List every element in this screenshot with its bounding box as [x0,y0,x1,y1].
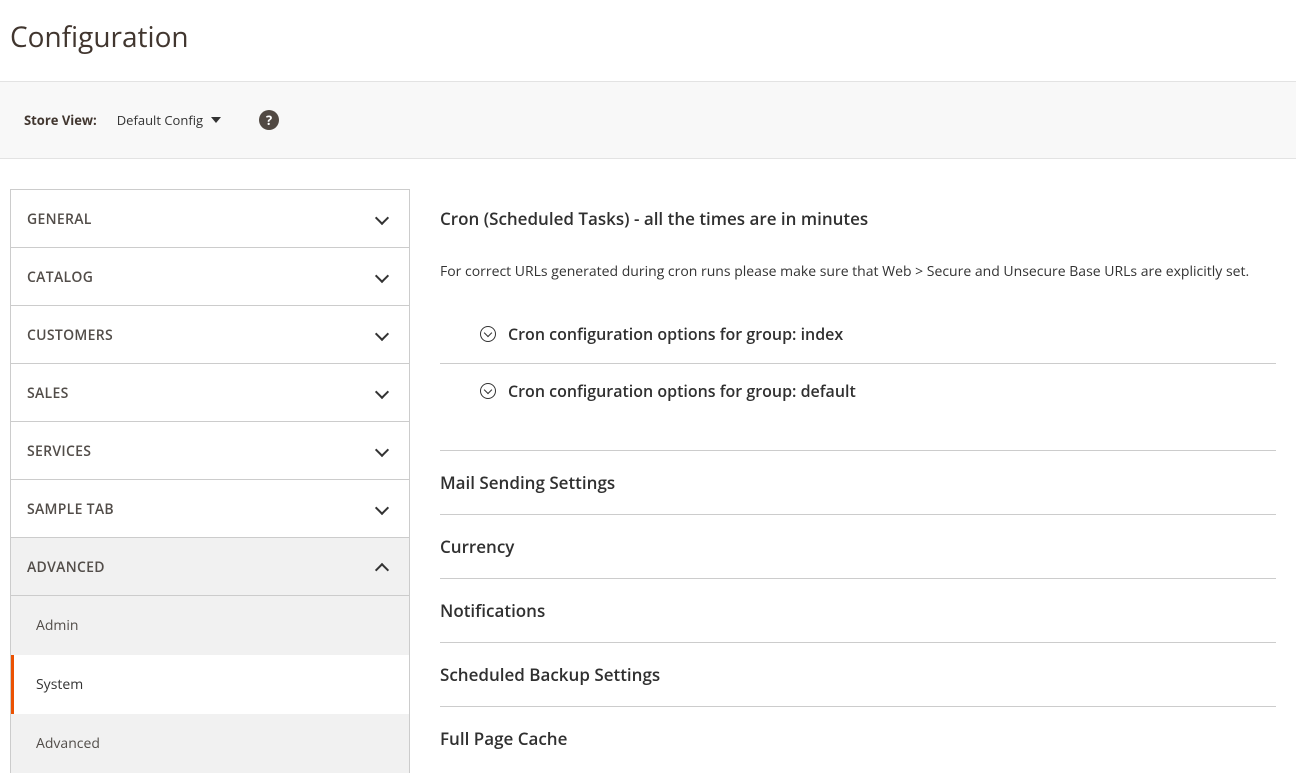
subtab-system[interactable]: System [11,655,409,714]
page-title: Configuration [0,0,1296,81]
chevron-down-icon [375,384,389,398]
cron-group-label: Cron configuration options for group: in… [508,323,843,345]
expand-circle-icon [480,383,496,399]
cron-group-label: Cron configuration options for group: de… [508,380,856,402]
section-full-page-cache[interactable]: Full Page Cache [440,706,1276,770]
tab-label: SERVICES [27,442,91,461]
config-main: Cron (Scheduled Tasks) - all the times a… [440,189,1286,773]
subtab-advanced[interactable]: Advanced [11,714,409,773]
config-sidebar: GENERAL CATALOG CUSTOMERS SALES SERVICES… [10,189,410,773]
section-scheduled-backup[interactable]: Scheduled Backup Settings [440,642,1276,706]
advanced-subtabs: Admin System Advanced [10,596,410,773]
expand-circle-icon [480,326,496,342]
store-view-selector[interactable]: Default Config [117,111,203,129]
help-icon[interactable]: ? [259,110,279,130]
tab-customers[interactable]: CUSTOMERS [10,305,410,364]
chevron-down-icon [375,500,389,514]
chevron-down-icon [375,326,389,340]
tab-advanced[interactable]: ADVANCED [10,537,410,596]
tab-label: SALES [27,384,69,403]
tab-label: GENERAL [27,210,92,229]
store-view-label: Store View: [24,111,97,129]
chevron-down-icon [375,268,389,282]
dropdown-caret-icon[interactable] [211,117,221,123]
cron-group-index[interactable]: Cron configuration options for group: in… [440,307,1276,364]
cron-group-default[interactable]: Cron configuration options for group: de… [440,364,1276,420]
tab-label: CUSTOMERS [27,326,113,345]
store-switcher-bar: Store View: Default Config ? [0,81,1296,159]
tab-label: CATALOG [27,268,93,287]
chevron-up-icon [375,562,389,576]
section-cron-note: For correct URLs generated during cron r… [440,262,1276,281]
subtab-admin[interactable]: Admin [11,596,409,655]
section-cron-head[interactable]: Cron (Scheduled Tasks) - all the times a… [440,189,1276,240]
tab-label: SAMPLE TAB [27,500,114,519]
section-mail-settings[interactable]: Mail Sending Settings [440,450,1276,514]
tab-general[interactable]: GENERAL [10,189,410,248]
chevron-down-icon [375,442,389,456]
tab-sales[interactable]: SALES [10,363,410,422]
chevron-down-icon [375,210,389,224]
tab-services[interactable]: SERVICES [10,421,410,480]
section-currency[interactable]: Currency [440,514,1276,578]
tab-catalog[interactable]: CATALOG [10,247,410,306]
tab-label: ADVANCED [27,558,105,577]
section-notifications[interactable]: Notifications [440,578,1276,642]
tab-sample-tab[interactable]: SAMPLE TAB [10,479,410,538]
